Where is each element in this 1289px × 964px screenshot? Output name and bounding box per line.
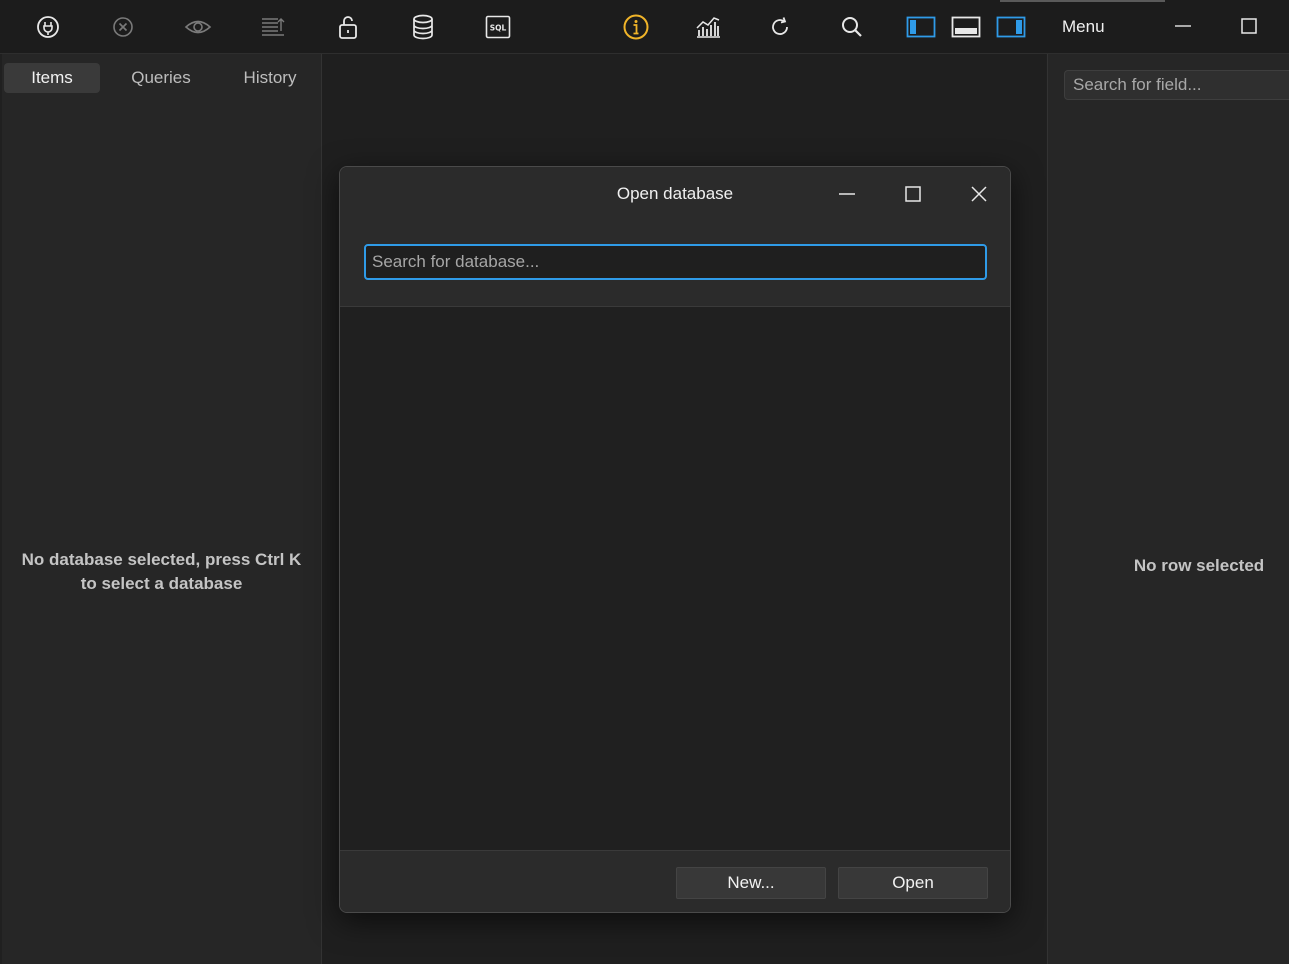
sql-icon-text: SQL — [490, 24, 507, 33]
tab-queries[interactable]: Queries — [114, 63, 208, 93]
window-minimize-icon[interactable] — [1169, 12, 1197, 40]
unlock-icon[interactable] — [330, 9, 366, 45]
eye-icon[interactable] — [180, 9, 216, 45]
tab-items[interactable]: Items — [4, 63, 100, 93]
database-list[interactable] — [340, 307, 1010, 850]
dialog-maximize-icon[interactable] — [898, 179, 928, 209]
no-database-message: No database selected, press Ctrl K to se… — [2, 548, 321, 596]
database-icon[interactable] — [405, 9, 441, 45]
app-window: SQL Menu Items Queries History No databa… — [0, 0, 1289, 964]
toolbar: SQL Menu — [0, 0, 1289, 54]
field-search-input[interactable] — [1064, 70, 1289, 100]
no-database-line1: No database selected, press Ctrl K — [21, 550, 302, 569]
left-panel: Items Queries History No database select… — [2, 54, 322, 964]
no-row-selected-message: No row selected — [1133, 556, 1265, 575]
sort-lines-icon[interactable] — [255, 9, 291, 45]
open-database-dialog: Open database New... Open — [339, 166, 1011, 913]
open-database-button[interactable]: Open — [838, 867, 988, 899]
layout-bottom-panel-icon[interactable] — [948, 9, 984, 45]
dialog-footer: New... Open — [340, 850, 1010, 912]
database-search-input[interactable] — [364, 244, 987, 280]
dialog-minimize-icon[interactable] — [832, 179, 862, 209]
dialog-header: Open database — [340, 167, 1010, 307]
chart-icon[interactable] — [690, 9, 726, 45]
close-circle-icon[interactable] — [105, 9, 141, 45]
window-maximize-icon[interactable] — [1235, 12, 1263, 40]
layout-left-panel-icon[interactable] — [903, 9, 939, 45]
right-panel: No row selected — [1047, 54, 1289, 964]
info-icon[interactable] — [618, 9, 654, 45]
layout-right-panel-icon[interactable] — [993, 9, 1029, 45]
dialog-close-icon[interactable] — [964, 179, 994, 209]
refresh-icon[interactable] — [762, 9, 798, 45]
tab-history[interactable]: History — [224, 63, 316, 93]
connect-icon[interactable] — [30, 9, 66, 45]
sql-icon[interactable]: SQL — [480, 9, 516, 45]
new-database-button[interactable]: New... — [676, 867, 826, 899]
search-icon[interactable] — [834, 9, 870, 45]
left-tabs: Items Queries History — [2, 63, 321, 93]
menu-button[interactable]: Menu — [1062, 17, 1105, 37]
no-database-line2: to select a database — [80, 574, 243, 593]
title-bar-strip — [0, 0, 1289, 2]
